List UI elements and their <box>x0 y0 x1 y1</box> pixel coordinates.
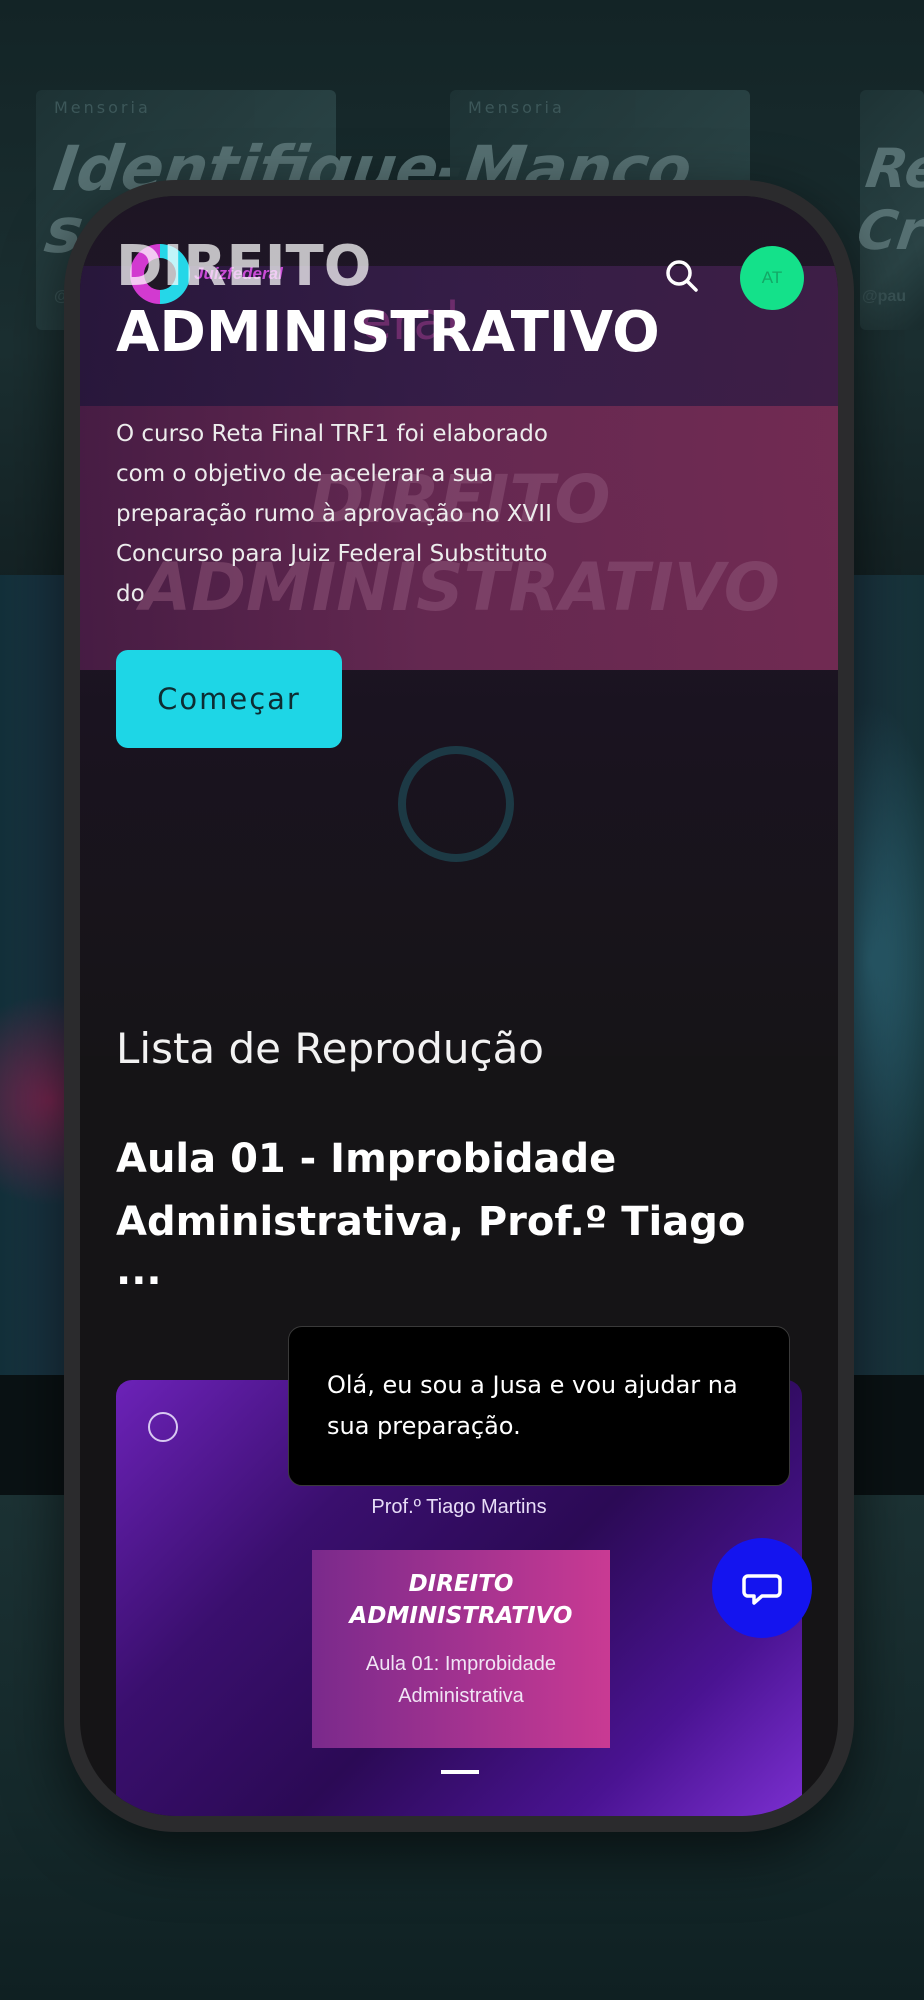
background-tile-small: Mensoria <box>468 98 565 117</box>
chat-greeting-bubble[interactable]: Olá, eu sou a Jusa e vou ajudar na sua p… <box>288 1326 790 1486</box>
user-avatar[interactable]: AT <box>740 246 804 310</box>
course-title-line1: DIREITO <box>116 234 372 299</box>
thumbnail-card-title: DIREITO ADMINISTRATIVO <box>349 1571 573 1629</box>
thumbnail-card: DIREITO ADMINISTRATIVO Aula 01: Improbid… <box>312 1550 610 1748</box>
thumbnail-divider <box>441 1770 479 1774</box>
chat-greeting-text: Olá, eu sou a Jusa e vou ajudar na sua p… <box>327 1371 738 1440</box>
thumbnail-card-subtitle: Aula 01: Improbidade Administrativa <box>365 1653 557 1707</box>
lesson-select-radio[interactable] <box>148 1412 178 1442</box>
background-tile-small: Mensoria <box>54 98 151 117</box>
background-tile-tag: @pau <box>862 288 907 305</box>
course-title: DIREITO ADMINISTRATIVO <box>116 234 716 366</box>
phone-frame: eral DIREITO ADMINISTRATIVO Juizfederal … <box>64 180 854 1832</box>
course-description: O curso Reta Final TRF1 foi elaborado co… <box>116 421 552 607</box>
chat-button[interactable] <box>712 1538 812 1638</box>
playlist-section-title: Lista de Reprodução <box>116 1024 544 1073</box>
user-initials: AT <box>761 268 783 287</box>
background-tile-big: Re Cr <box>853 137 924 262</box>
phone-screen: eral DIREITO ADMINISTRATIVO Juizfederal … <box>80 196 838 1816</box>
background-tile: Re Cr @pau <box>853 90 924 330</box>
search-button[interactable] <box>662 256 702 296</box>
search-icon <box>666 260 698 292</box>
thumbnail-teacher: Prof.º Tiago Martins <box>371 1496 547 1518</box>
lesson-title-more: ... <box>116 1248 162 1294</box>
lesson-title: Aula 01 - Improbidade Administrativa, Pr… <box>116 1136 746 1245</box>
course-title-line2: ADMINISTRATIVO <box>116 300 660 365</box>
hero-background-logo <box>398 746 514 862</box>
chat-icon <box>742 1574 782 1605</box>
start-button[interactable]: Começar <box>116 650 342 748</box>
